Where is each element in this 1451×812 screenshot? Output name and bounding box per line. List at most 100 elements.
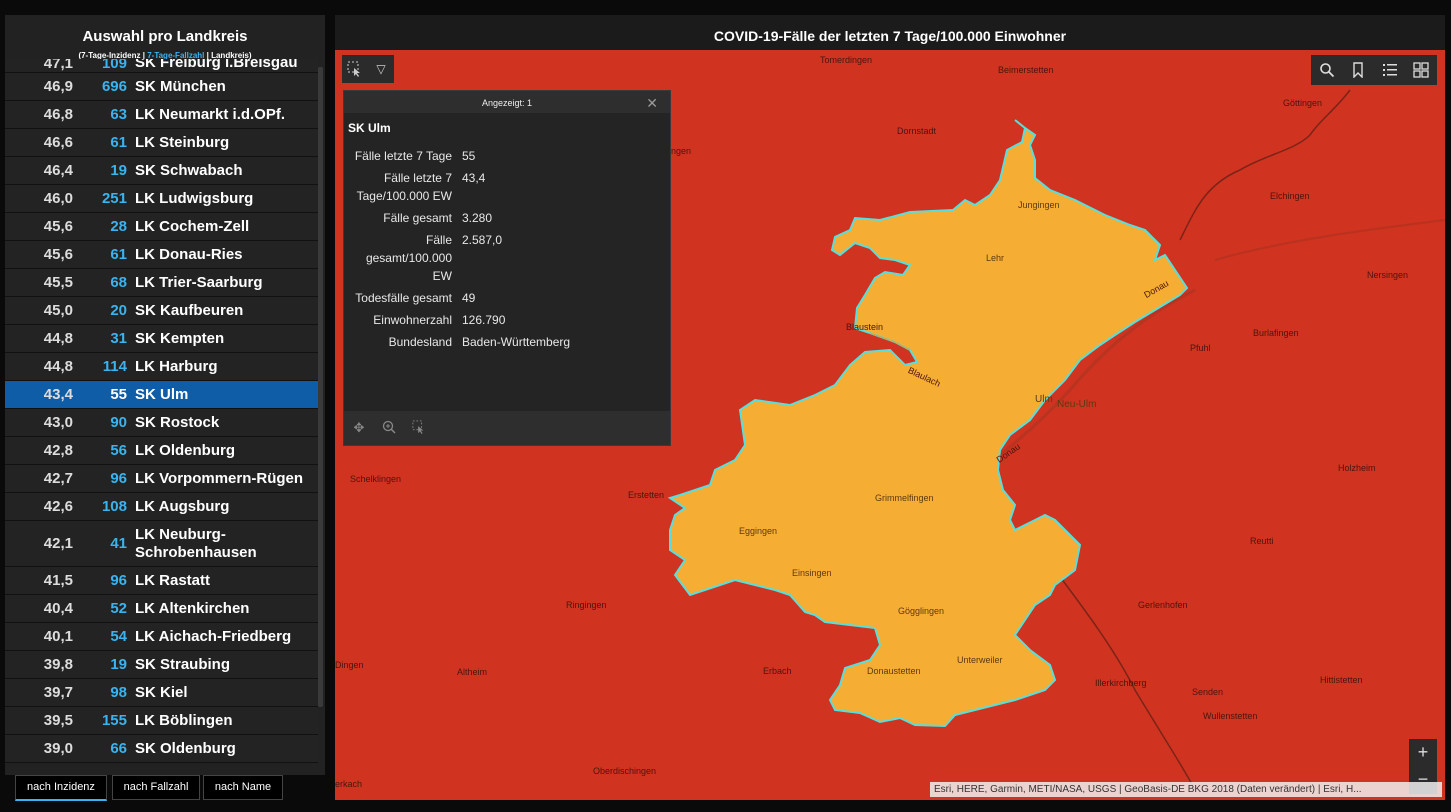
chevron-down-icon[interactable]: ▽ [368, 55, 394, 83]
district-name: LK Harburg [135, 357, 218, 375]
tab-nach-fallzahl[interactable]: nach Fallzahl [112, 775, 200, 800]
place-label: Wullenstetten [1203, 711, 1258, 721]
field-value: 126.790 [462, 313, 506, 327]
table-row[interactable]: 39,8 19 SK Straubing [5, 651, 318, 679]
case-count: 52 [110, 600, 127, 617]
select-feature-icon[interactable] [404, 419, 434, 437]
district-name: SK Freiburg i.Breisgau [135, 59, 298, 71]
place-label: Lehr [986, 253, 1005, 263]
district-name: SK Kiel [135, 683, 188, 701]
table-row[interactable]: 43,4 55 SK Ulm [5, 381, 318, 409]
popup-header: Angezeigt: 1 ✕ [344, 91, 670, 113]
incidence-value: 41,5 [43, 572, 73, 589]
table-row[interactable]: 47,1 109 SK Freiburg i.Breisgau [5, 59, 318, 73]
map-title: COVID-19-Fälle der letzten 7 Tage/100.00… [713, 28, 1067, 44]
case-count: 155 [101, 712, 127, 729]
table-row[interactable]: 46,9 696 SK München [5, 73, 318, 101]
table-row[interactable]: 42,8 56 LK Oldenburg [5, 437, 318, 465]
case-count: 20 [110, 302, 127, 319]
case-count: 98 [110, 684, 127, 701]
table-row[interactable]: 44,8 31 SK Kempten [5, 325, 318, 353]
field-label: Bundesland [388, 335, 452, 349]
zoom-in-button[interactable]: + [1409, 739, 1437, 766]
popup-field: Bundesland Baden-Württemberg [344, 333, 670, 351]
place-label: Erstetten [628, 490, 665, 500]
district-name: LK Altenkirchen [135, 599, 250, 617]
incidence-value: 46,9 [43, 78, 73, 95]
table-row[interactable]: 44,8 114 LK Harburg [5, 353, 318, 381]
table-row[interactable]: 46,6 61 LK Steinburg [5, 129, 318, 157]
close-icon[interactable]: ✕ [646, 91, 658, 115]
case-count: 41 [110, 535, 127, 552]
place-label: Altheim [457, 667, 488, 677]
table-row[interactable]: 43,0 90 SK Rostock [5, 409, 318, 437]
incidence-value: 44,8 [43, 330, 73, 347]
pan-icon[interactable]: ✥ [344, 420, 374, 436]
table-row[interactable]: 40,4 52 LK Altenkirchen [5, 595, 318, 623]
incidence-value: 45,5 [43, 274, 73, 291]
table-row[interactable]: 39,7 98 SK Kiel [5, 679, 318, 707]
district-name: SK München [135, 77, 226, 95]
popup-footer: ✥ [344, 411, 670, 445]
district-name: LK Augsburg [135, 497, 230, 515]
place-label: Gerlenhofen [1138, 600, 1188, 610]
incidence-value: 43,4 [43, 386, 73, 403]
table-row[interactable]: 39,0 66 SK Oldenburg [5, 735, 318, 763]
select-tool[interactable]: ▽ [342, 55, 394, 83]
bookmark-icon[interactable] [1343, 55, 1375, 85]
incidence-value: 42,1 [43, 535, 73, 552]
field-value: 43,4 [462, 171, 486, 185]
table-row[interactable]: 42,1 41 LK Neuburg-Schrobenhausen [5, 521, 318, 567]
incidence-value: 42,6 [43, 498, 73, 515]
case-count: 61 [110, 246, 127, 263]
select-cursor-icon[interactable] [342, 55, 368, 83]
table-row[interactable]: 46,8 63 LK Neumarkt i.d.OPf. [5, 101, 318, 129]
field-label: Fälle gesamt/100.000 EW [365, 233, 452, 283]
place-label: Hittistetten [1320, 675, 1363, 685]
incidence-value: 46,0 [43, 190, 73, 207]
map-view[interactable]: Tomerdingen Beimerstetten Göttingen Dorn… [335, 50, 1445, 800]
table-row[interactable]: 42,6 108 LK Augsburg [5, 493, 318, 521]
table-row[interactable]: 46,0 251 LK Ludwigsburg [5, 185, 318, 213]
incidence-value: 42,8 [43, 442, 73, 459]
incidence-value: 42,7 [43, 470, 73, 487]
map-toolbar [1311, 55, 1437, 85]
popup-field: Fälle letzte 7 Tage/100.000 EW 43,4 [344, 169, 670, 205]
field-label: Todesfälle gesamt [355, 291, 452, 305]
popup-field: Fälle letzte 7 Tage 55 [344, 147, 670, 165]
table-row[interactable]: 45,6 28 LK Cochem-Zell [5, 213, 318, 241]
popup-fields: Fälle letzte 7 Tage 55 Fälle letzte 7 Tage… [344, 139, 670, 351]
place-label: Reutti [1250, 536, 1274, 546]
table-row[interactable]: 40,1 54 LK Aichach-Friedberg [5, 623, 318, 651]
table-row[interactable]: 45,5 68 LK Trier-Saarburg [5, 269, 318, 297]
zoom-to-icon[interactable] [374, 420, 404, 437]
tab-nach-inzidenz[interactable]: nach Inzidenz [15, 775, 107, 801]
incidence-value: 39,8 [43, 656, 73, 673]
table-row[interactable]: 45,0 20 SK Kaufbeuren [5, 297, 318, 325]
district-name: SK Kempten [135, 329, 225, 347]
district-name: LK Steinburg [135, 133, 230, 151]
table-row[interactable]: 42,7 96 LK Vorpommern-Rügen [5, 465, 318, 493]
district-name: LK Cochem-Zell [135, 217, 250, 235]
incidence-value: 46,4 [43, 162, 73, 179]
place-label: Göttingen [1283, 98, 1323, 108]
map-attribution: Esri, HERE, Garmin, METI/NASA, USGS | Ge… [930, 782, 1442, 797]
place-label: Schelklingen [350, 474, 402, 484]
table-row[interactable]: 45,6 61 LK Donau-Ries [5, 241, 318, 269]
list-scrollbar[interactable] [318, 67, 323, 707]
district-name: SK Schwabach [135, 161, 243, 179]
place-label: Holzheim [1338, 463, 1376, 473]
case-count: 28 [110, 218, 127, 235]
popup-field: Einwohnerzahl 126.790 [344, 311, 670, 329]
popup-field: Fälle gesamt/100.000 EW 2.587,0 [344, 231, 670, 285]
district-list: 47,1 109 SK Freiburg i.Breisgau 46,9 696 SK M… [5, 59, 318, 775]
table-row[interactable]: 41,5 96 LK Rastatt [5, 567, 318, 595]
tab-nach-name[interactable]: nach Name [203, 775, 283, 800]
basemap-gallery-icon[interactable] [1406, 55, 1438, 85]
table-row[interactable]: 39,5 155 LK Böblingen [5, 707, 318, 735]
layer-list-icon[interactable] [1374, 55, 1406, 85]
place-label: Neu-Ulm [1057, 399, 1097, 410]
table-row[interactable]: 46,4 19 SK Schwabach [5, 157, 318, 185]
district-name: LK Vorpommern-Rügen [135, 469, 304, 487]
search-icon[interactable] [1311, 55, 1343, 85]
